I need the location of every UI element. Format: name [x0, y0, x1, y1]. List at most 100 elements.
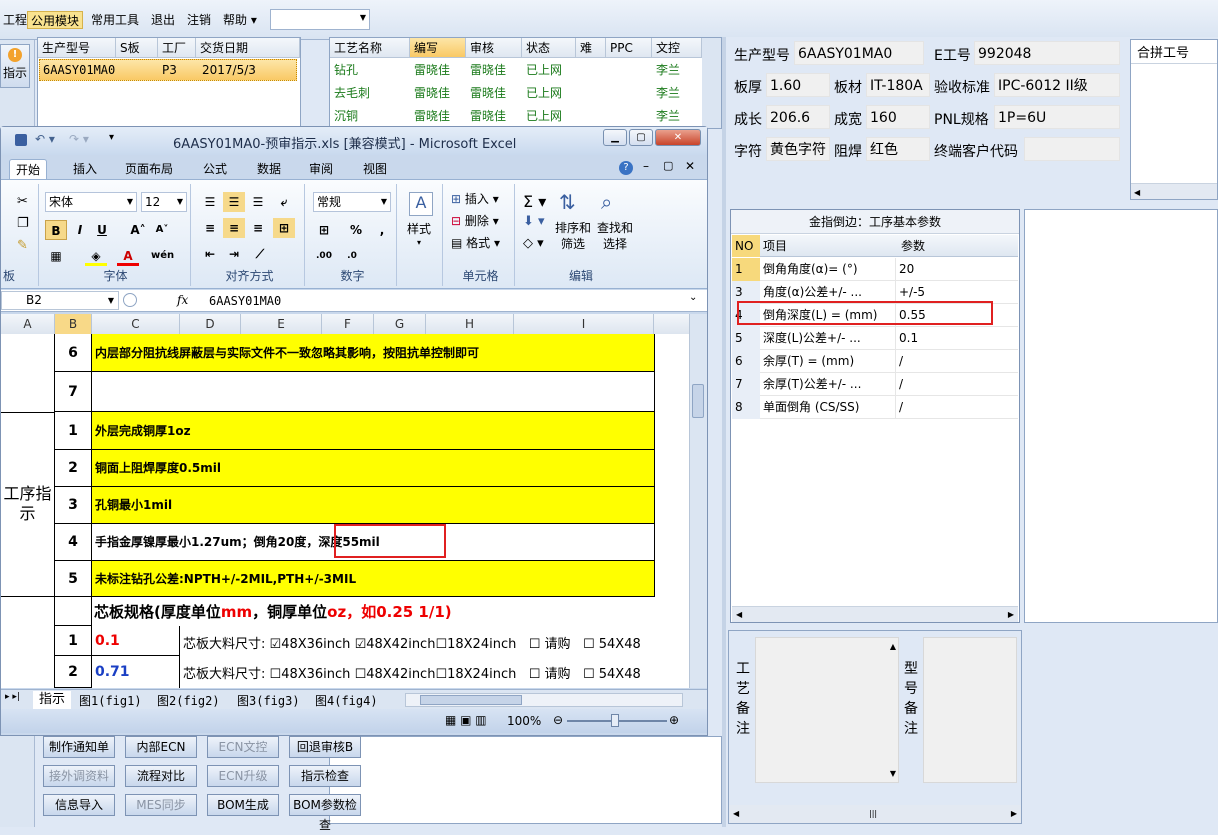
- external-data-button[interactable]: 接外调资料: [43, 765, 115, 787]
- cell-writer[interactable]: 雷晓佳: [410, 82, 450, 105]
- make-notice-button[interactable]: 制作通知单: [43, 736, 115, 758]
- table-row[interactable]: 8 单面倒角 (CS/SS) /: [732, 396, 1018, 419]
- bom-generate-button[interactable]: BOM生成: [207, 794, 279, 816]
- align-middle-icon[interactable]: ☰: [223, 192, 245, 212]
- col-header[interactable]: 工厂: [158, 38, 196, 58]
- column-header[interactable]: G: [374, 314, 426, 334]
- table-row[interactable]: 5 深度(L)公差+/- ... 0.1: [732, 327, 1018, 350]
- row-number[interactable]: 3: [55, 487, 92, 524]
- column-header[interactable]: H: [426, 314, 514, 334]
- font-name-select[interactable]: 宋体 ▼: [45, 192, 137, 212]
- zoom-slider[interactable]: [567, 714, 667, 727]
- row-number[interactable]: 6: [55, 334, 92, 372]
- ecn-upgrade-button[interactable]: ECN升级: [207, 765, 279, 787]
- core-thickness-cell[interactable]: 0.71: [92, 656, 180, 688]
- cut-icon[interactable]: ✂: [17, 194, 28, 209]
- find-select-label[interactable]: 查找和选择: [595, 220, 635, 252]
- customize-qat-icon[interactable]: ▾: [109, 132, 114, 143]
- column-header[interactable]: C: [92, 314, 180, 334]
- scroll-thumb[interactable]: [420, 695, 522, 705]
- redo-icon[interactable]: ↷ ▾: [69, 132, 89, 146]
- column-header[interactable]: B: [55, 314, 92, 334]
- italic-icon[interactable]: I: [69, 220, 91, 240]
- tab-review[interactable]: 审阅: [303, 159, 339, 179]
- scrollbar[interactable]: ◀: [1131, 183, 1217, 199]
- col-header[interactable]: 工艺名称: [330, 38, 410, 58]
- decrease-decimal-icon[interactable]: .0: [341, 246, 363, 266]
- cell-process[interactable]: 去毛刺: [330, 82, 370, 105]
- increase-indent-icon[interactable]: ⇥: [223, 244, 245, 264]
- sheet-tab-fig3[interactable]: 图3(fig3): [237, 692, 300, 709]
- number-format-select[interactable]: 常规 ▼: [313, 192, 391, 212]
- column-header[interactable]: I: [514, 314, 654, 334]
- col-header[interactable]: 文控: [652, 38, 702, 58]
- menu-common-module[interactable]: 公用模块: [27, 11, 84, 29]
- menu-logout[interactable]: 注销: [184, 11, 214, 29]
- core-header[interactable]: 芯板规格(厚度单位mm，铜厚单位oz，如0.25 1/1): [94, 601, 452, 622]
- menu-help[interactable]: 帮助 ▾: [220, 11, 260, 29]
- border-icon[interactable]: ▦: [45, 246, 67, 266]
- row-number[interactable]: 5: [55, 561, 92, 597]
- cell-doc[interactable]: 李兰: [652, 82, 680, 105]
- mask-field[interactable]: 红色: [866, 137, 930, 161]
- instruction-cell[interactable]: 外层完成铜厚1oz: [92, 412, 654, 450]
- insert-cells-button[interactable]: ⊞ 插入 ▾: [451, 190, 499, 208]
- instruction-button[interactable]: ! 指示: [0, 44, 30, 88]
- cell-reviewer[interactable]: 雷晓佳: [466, 82, 506, 105]
- underline-icon[interactable]: U: [91, 220, 113, 240]
- align-top-icon[interactable]: ☰: [199, 192, 221, 212]
- cust-field[interactable]: [1024, 137, 1120, 161]
- tab-page-layout[interactable]: 页面布局: [119, 159, 179, 179]
- minimize-icon[interactable]: ▁: [603, 129, 627, 146]
- styles-icon[interactable]: A: [409, 192, 433, 216]
- col-header[interactable]: 状态: [522, 38, 576, 58]
- info-import-button[interactable]: 信息导入: [43, 794, 115, 816]
- name-box[interactable]: B2 ▼: [1, 291, 119, 310]
- formula-input[interactable]: 6AASY01MA0: [209, 294, 281, 308]
- cell-doc[interactable]: 李兰: [652, 105, 680, 128]
- zoom-out-icon[interactable]: ⊖: [553, 713, 563, 727]
- format-painter-icon[interactable]: ✎: [17, 238, 28, 253]
- checkbox[interactable]: ☐: [355, 667, 367, 682]
- ribbon-minimize-icon[interactable]: –: [643, 159, 649, 173]
- sheet-tab-fig2[interactable]: 图2(fig2): [157, 692, 220, 709]
- checkbox[interactable]: ☐: [270, 667, 282, 682]
- sort-filter-label[interactable]: 排序和筛选: [553, 220, 593, 252]
- font-color-icon[interactable]: A: [117, 246, 139, 266]
- row-number[interactable]: 7: [55, 372, 92, 412]
- align-left-icon[interactable]: ≡: [199, 218, 221, 238]
- section-label[interactable]: 工序指示: [1, 484, 54, 524]
- cell-doc[interactable]: 李兰: [652, 59, 680, 82]
- vertical-scrollbar[interactable]: [689, 314, 707, 688]
- cell-process[interactable]: 沉铜: [330, 105, 358, 128]
- scroll-thumb[interactable]: [692, 384, 704, 418]
- instruction-cell[interactable]: 铜面上阻焊厚度0.5mil: [92, 450, 654, 487]
- cell-reviewer[interactable]: 雷晓佳: [466, 105, 506, 128]
- col-header[interactable]: S板: [116, 38, 158, 58]
- bom-param-check-button[interactable]: BOM参数检查: [289, 794, 361, 832]
- align-right-icon[interactable]: ≡: [247, 218, 269, 238]
- delete-cells-button[interactable]: ⊟ 删除 ▾: [451, 212, 499, 230]
- wrap-text-icon[interactable]: ⤶: [273, 192, 295, 212]
- scrollbar[interactable]: [702, 38, 721, 128]
- flow-compare-button[interactable]: 流程对比: [125, 765, 197, 787]
- ribbon-restore-icon[interactable]: ▢: [663, 159, 673, 172]
- font-size-select[interactable]: 12 ▼: [141, 192, 187, 212]
- cell-status[interactable]: 已上网: [522, 82, 562, 105]
- col-header[interactable]: 生产型号: [38, 38, 116, 58]
- table-row[interactable]: 6 余厚(T) = (mm) /: [732, 350, 1018, 373]
- save-icon[interactable]: [15, 134, 27, 146]
- row-number[interactable]: 4: [55, 524, 92, 561]
- checkbox[interactable]: ☐: [529, 637, 541, 652]
- cell-reviewer[interactable]: 雷晓佳: [466, 59, 506, 82]
- decrease-indent-icon[interactable]: ⇤: [199, 244, 221, 264]
- phonetic-icon[interactable]: wén: [151, 246, 174, 266]
- checkbox[interactable]: ☐: [435, 667, 447, 682]
- model-notes-field[interactable]: [923, 637, 1017, 783]
- orientation-icon[interactable]: ⟋: [249, 244, 271, 264]
- row-value[interactable]: /: [896, 373, 903, 396]
- sheet-tab-fig1[interactable]: 图1(fig1): [79, 692, 142, 709]
- tab-formulas[interactable]: 公式: [197, 159, 233, 179]
- view-buttons[interactable]: ▦ ▣ ▥: [445, 713, 487, 727]
- col-header[interactable]: 审核: [466, 38, 522, 58]
